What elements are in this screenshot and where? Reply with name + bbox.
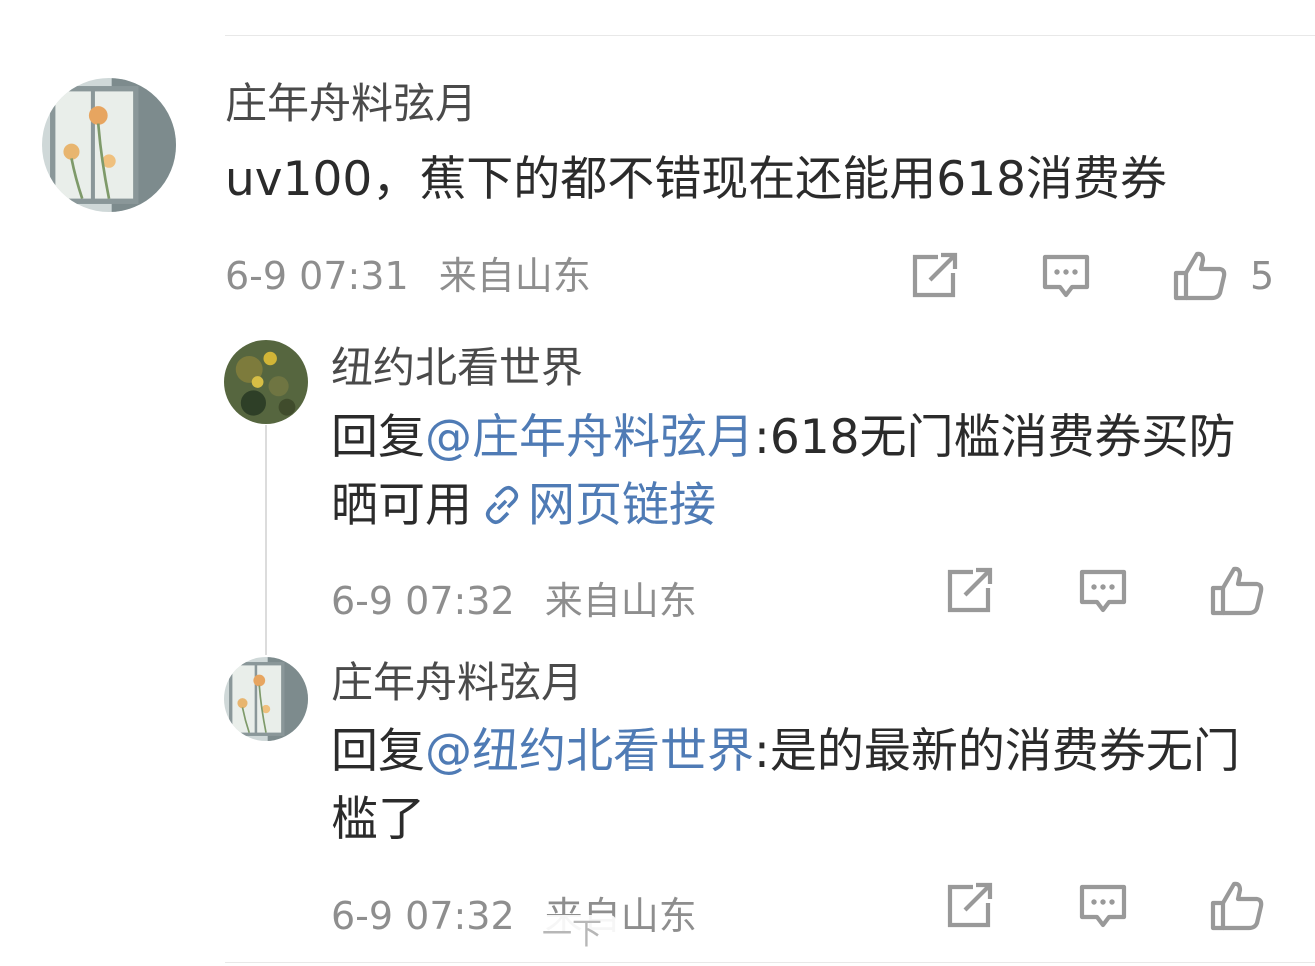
avatar-foliage-image [224, 340, 308, 424]
reply-text: 回复@纽约北看世界:是的最新的消费券无门槛了 [331, 718, 1261, 854]
web-link[interactable]: 网页链接 [472, 478, 716, 533]
share-button[interactable] [908, 252, 960, 300]
reply-username[interactable]: 庄年舟料弦月 [331, 657, 583, 709]
like-button[interactable]: 5 [1172, 250, 1274, 302]
reply-meta: 6-9 07:32 来自山东 [331, 578, 697, 624]
like-icon [1210, 881, 1264, 931]
reply-thread-line [265, 425, 267, 655]
share-button[interactable] [943, 567, 995, 615]
comment-time: 6-9 07:31 [225, 254, 409, 298]
avatar-window-flowers-image [42, 78, 176, 212]
like-icon [1210, 566, 1264, 616]
floating-hint-overlay[interactable]: 一下 [528, 915, 616, 955]
comment-text: uv100，蕉下的都不错现在还能用618消费券 [225, 152, 1168, 207]
comment-icon [1042, 254, 1090, 298]
like-button[interactable] [1209, 565, 1265, 617]
link-icon [485, 485, 519, 524]
share-button[interactable] [943, 882, 995, 930]
web-link-label: 网页链接 [528, 478, 716, 533]
comment-location: 来自山东 [438, 254, 591, 298]
reply-time: 6-9 07:32 [331, 894, 515, 938]
share-icon [947, 882, 993, 928]
avatar-window-flowers-image [224, 657, 308, 741]
reply-avatar[interactable] [224, 657, 308, 741]
comment-icon [1079, 569, 1127, 613]
like-button[interactable] [1209, 880, 1265, 932]
reply-avatar[interactable] [224, 340, 308, 424]
avatar[interactable] [42, 78, 176, 212]
reply-meta: 6-9 07:32 来自山东 [331, 893, 697, 939]
reply-text: 回复@庄年舟料弦月:618无门槛消费券买防晒可用 网页链接 [331, 404, 1261, 540]
reply-time: 6-9 07:32 [331, 579, 515, 623]
share-icon [947, 567, 993, 613]
like-icon [1173, 251, 1227, 301]
like-count: 5 [1250, 254, 1275, 298]
mention-link[interactable]: @纽约北看世界 [425, 724, 754, 779]
reply-username[interactable]: 纽约北看世界 [331, 342, 583, 394]
reply-button[interactable] [1077, 567, 1129, 615]
comment-meta: 6-9 07:31 来自山东 [225, 253, 591, 299]
reply-button[interactable] [1077, 882, 1129, 930]
share-icon [912, 252, 958, 298]
reply-actions [943, 565, 1265, 617]
reply-location: 来自山东 [544, 579, 697, 623]
reply-actions [943, 880, 1265, 932]
comment-icon [1079, 884, 1127, 928]
mention-link[interactable]: @庄年舟料弦月 [425, 410, 754, 465]
reply-prefix: 回复 [331, 724, 425, 779]
comment-username[interactable]: 庄年舟料弦月 [225, 78, 477, 130]
top-divider [225, 35, 1315, 36]
reply-button[interactable] [1040, 252, 1092, 300]
reply-prefix: 回复 [331, 410, 425, 465]
comment-actions: 5 [908, 250, 1274, 302]
bottom-divider [225, 962, 1315, 963]
